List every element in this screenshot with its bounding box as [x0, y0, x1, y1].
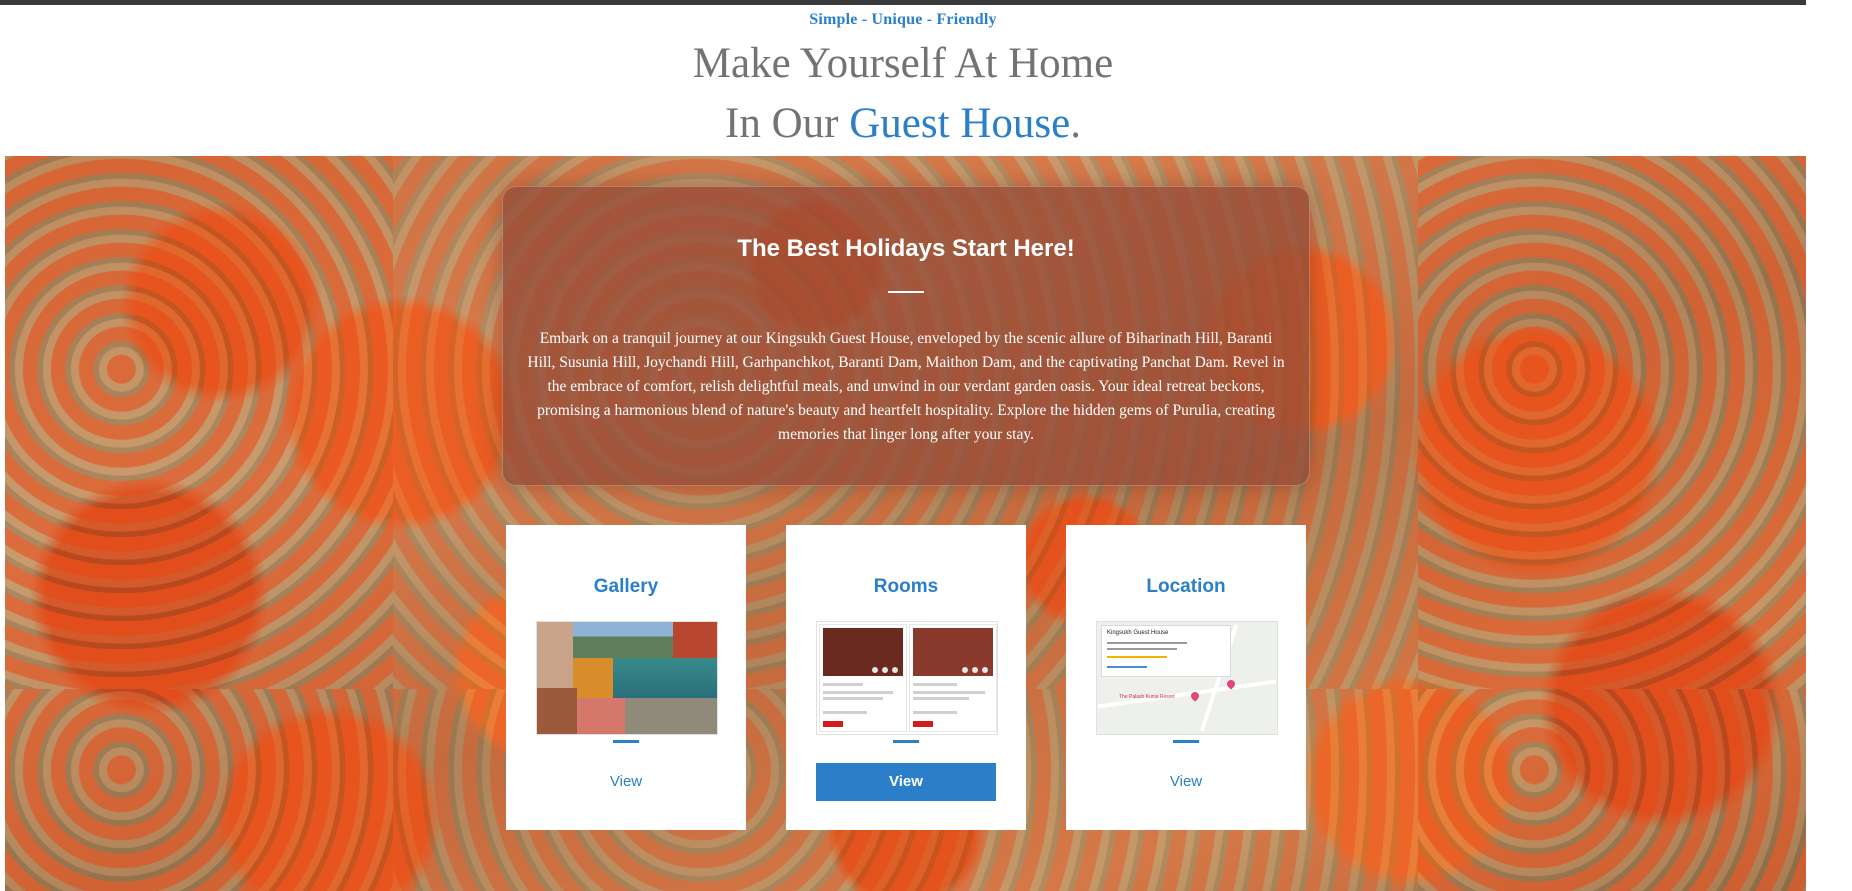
intro-heading: The Best Holidays Start Here! — [737, 235, 1075, 262]
title-accent: Guest House — [849, 100, 1071, 147]
room-text-line — [913, 697, 969, 700]
room-photo-dot — [982, 667, 988, 673]
room-text-line — [823, 697, 883, 700]
room-text-line — [823, 711, 867, 714]
intro-panel: The Best Holidays Start Here! Embark on … — [502, 186, 1310, 486]
map-view-larger-link — [1107, 666, 1147, 668]
gallery-photo — [613, 658, 717, 698]
room-preview — [819, 624, 907, 732]
rooms-card: Rooms View — [786, 525, 1026, 830]
room-text-line — [913, 711, 957, 714]
background-tile — [5, 689, 393, 891]
gallery-thumbnail[interactable] — [536, 621, 718, 735]
title-prefix: In Our — [725, 100, 850, 147]
room-text-line — [823, 683, 863, 686]
gallery-photo — [537, 622, 573, 688]
location-card: Location Kingsukh Guest House The Palash… — [1066, 525, 1306, 830]
card-title-location: Location — [1146, 576, 1226, 597]
gallery-photo — [673, 622, 717, 658]
card-title-gallery: Gallery — [593, 576, 659, 597]
location-map-thumbnail[interactable]: Kingsukh Guest House The Palash Kunja Re… — [1096, 621, 1278, 735]
gallery-card: Gallery View — [506, 525, 746, 830]
room-text-line — [913, 691, 985, 694]
card-accent-bar — [893, 740, 919, 743]
room-photo-dot — [892, 667, 898, 673]
room-photo-dot — [962, 667, 968, 673]
map-place-name: Kingsukh Guest House — [1107, 630, 1169, 636]
card-title-rooms: Rooms — [873, 576, 939, 597]
intro-description: Embark on a tranquil journey at our King… — [527, 330, 1285, 443]
card-accent-bar — [1173, 740, 1199, 743]
room-text-line — [913, 683, 957, 686]
tagline: Simple - Unique - Friendly — [809, 11, 997, 28]
title-suffix: . — [1070, 100, 1081, 147]
room-preview — [909, 624, 997, 732]
map-text-line — [1107, 642, 1187, 644]
gallery-photo — [573, 658, 613, 698]
gallery-view-button[interactable]: View — [536, 763, 716, 801]
heading-divider — [888, 291, 924, 293]
background-tile — [1418, 689, 1806, 891]
gallery-photo — [573, 622, 673, 658]
background-tile — [5, 156, 393, 689]
map-marker-label: The Palash Kunja Resort — [1119, 694, 1175, 700]
rooms-view-button[interactable]: View — [816, 763, 996, 801]
room-text-line — [823, 691, 893, 694]
room-book-button — [913, 721, 933, 727]
rooms-thumbnail[interactable] — [816, 621, 998, 735]
room-photo-dot — [872, 667, 878, 673]
background-tile — [1418, 156, 1806, 689]
rating-stars — [1107, 656, 1167, 658]
gallery-photo — [625, 698, 717, 734]
room-book-button — [823, 721, 843, 727]
gallery-photo — [537, 688, 577, 734]
page-title-line2: In Our Guest House. — [0, 102, 1806, 145]
top-border — [0, 0, 1806, 5]
room-photo-dot — [882, 667, 888, 673]
room-photo — [913, 628, 993, 676]
room-photo — [823, 628, 903, 676]
room-photo-dot — [972, 667, 978, 673]
page-title-line1: Make Yourself At Home — [692, 40, 1114, 87]
map-info-card: Kingsukh Guest House — [1101, 625, 1231, 677]
map-text-line — [1107, 648, 1177, 650]
card-accent-bar — [613, 740, 639, 743]
location-view-button[interactable]: View — [1096, 763, 1276, 801]
gallery-photo — [577, 698, 625, 734]
